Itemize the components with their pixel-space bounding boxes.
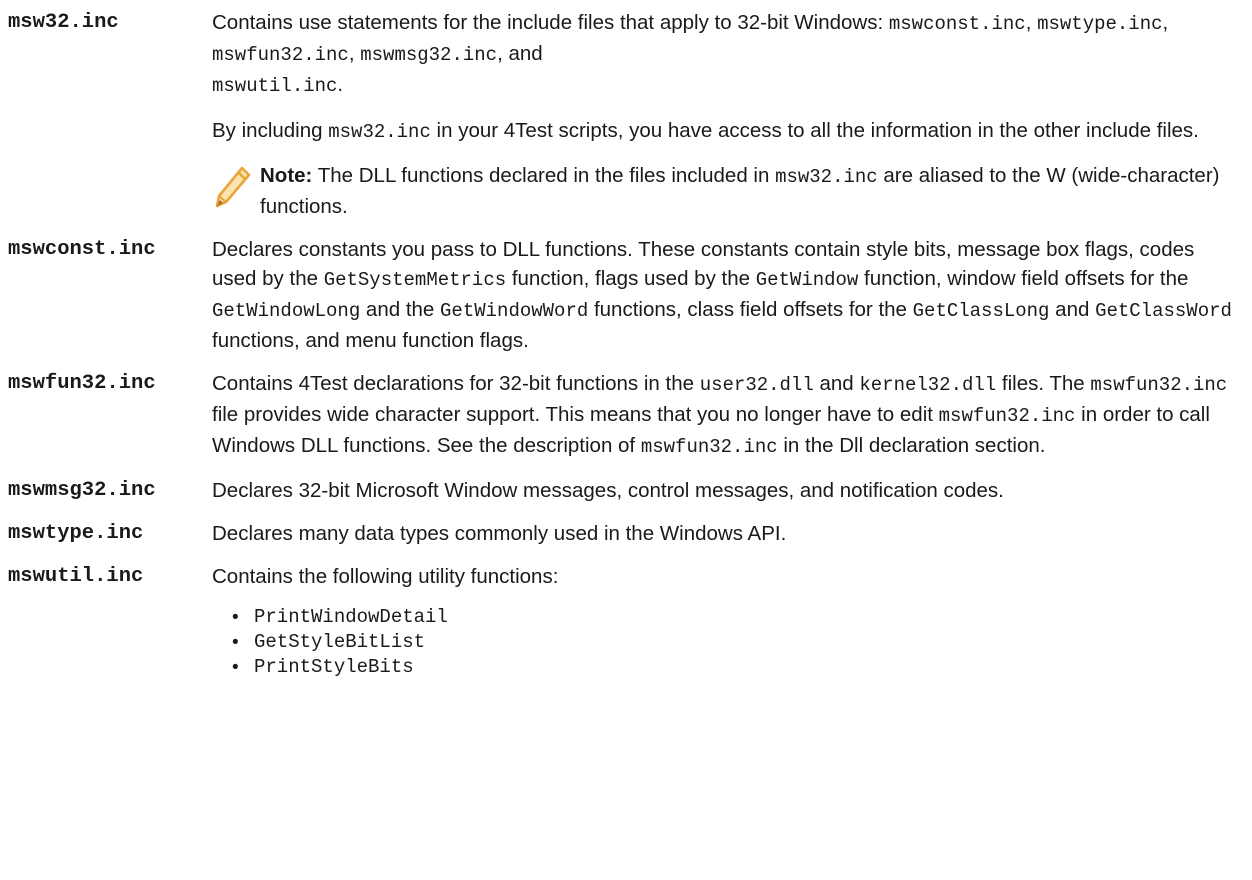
code-mswfun32: mswfun32.inc	[212, 44, 349, 66]
mswmsg32-paragraph: Declares 32-bit Microsoft Window message…	[212, 479, 1004, 502]
note: Note: The DLL functions declared in the …	[212, 161, 1244, 221]
code-mswtype: mswtype.inc	[1037, 13, 1163, 35]
desc-mswutil: Contains the following utility functions…	[212, 562, 1244, 680]
entry-mswtype: mswtype.inc Declares many data types com…	[0, 519, 1252, 548]
code-mswconst: mswconst.inc	[888, 13, 1026, 35]
list-item: PrintWindowDetail	[232, 605, 1244, 630]
mswutil-paragraph: Contains the following utility functions…	[212, 565, 559, 588]
list-item: PrintStyleBits	[232, 655, 1244, 680]
desc-mswmsg32: Declares 32-bit Microsoft Window message…	[212, 476, 1244, 505]
term-mswtype: mswtype.inc	[8, 522, 144, 545]
term-mswfun32: mswfun32.inc	[8, 372, 156, 395]
pencil-icon	[215, 166, 251, 208]
code-msw32-note: msw32.inc	[775, 166, 878, 188]
msw32-paragraph-1: Contains use statements for the include …	[212, 11, 1169, 97]
term-mswmsg32: mswmsg32.inc	[8, 479, 156, 502]
code-getwindowword: GetWindowWord	[440, 300, 589, 322]
entry-mswutil: mswutil.inc Contains the following utili…	[0, 562, 1252, 680]
mswfun32-paragraph: Contains 4Test declarations for 32-bit f…	[212, 372, 1228, 458]
mswconst-paragraph: Declares constants you pass to DLL funct…	[212, 238, 1232, 352]
note-label: Note:	[260, 164, 313, 187]
code-mswfun32-a: mswfun32.inc	[1090, 374, 1228, 396]
code-msw32: msw32.inc	[328, 121, 431, 143]
code-getclasslong: GetClassLong	[912, 300, 1050, 322]
code-mswfun32-b: mswfun32.inc	[938, 405, 1076, 427]
mswtype-paragraph: Declares many data types commonly used i…	[212, 522, 787, 545]
desc-mswconst: Declares constants you pass to DLL funct…	[212, 235, 1244, 355]
desc-mswfun32: Contains 4Test declarations for 32-bit f…	[212, 369, 1244, 462]
msw32-paragraph-2: By including msw32.inc in your 4Test scr…	[212, 119, 1199, 143]
code-mswutil: mswutil.inc	[212, 75, 338, 97]
desc-mswtype: Declares many data types commonly used i…	[212, 519, 1244, 548]
document: msw32.inc Contains use statements for th…	[0, 0, 1252, 680]
term-mswconst: mswconst.inc	[8, 238, 156, 261]
code-user32-dll: user32.dll	[699, 374, 814, 396]
term-mswutil: mswutil.inc	[8, 565, 144, 588]
code-getwindow: GetWindow	[755, 269, 859, 291]
list-item: GetStyleBitList	[232, 630, 1244, 655]
desc-msw32: Contains use statements for the include …	[212, 8, 1244, 221]
code-getsystemmetrics: GetSystemMetrics	[323, 269, 507, 291]
term-msw32: msw32.inc	[8, 11, 119, 34]
note-text: Note: The DLL functions declared in the …	[260, 164, 1220, 218]
code-mswmsg32: mswmsg32.inc	[360, 44, 498, 66]
code-getwindowlong: GetWindowLong	[212, 300, 361, 322]
entry-msw32: msw32.inc Contains use statements for th…	[0, 8, 1252, 221]
entry-mswconst: mswconst.inc Declares constants you pass…	[0, 235, 1252, 355]
code-kernel32-dll: kernel32.dll	[859, 374, 997, 396]
code-mswfun32-c: mswfun32.inc	[640, 436, 778, 458]
code-getclassword: GetClassWord	[1095, 300, 1232, 322]
entry-mswfun32: mswfun32.inc Contains 4Test declarations…	[0, 369, 1252, 462]
utility-function-list: PrintWindowDetail GetStyleBitList PrintS…	[212, 605, 1244, 680]
entry-mswmsg32: mswmsg32.inc Declares 32-bit Microsoft W…	[0, 476, 1252, 505]
